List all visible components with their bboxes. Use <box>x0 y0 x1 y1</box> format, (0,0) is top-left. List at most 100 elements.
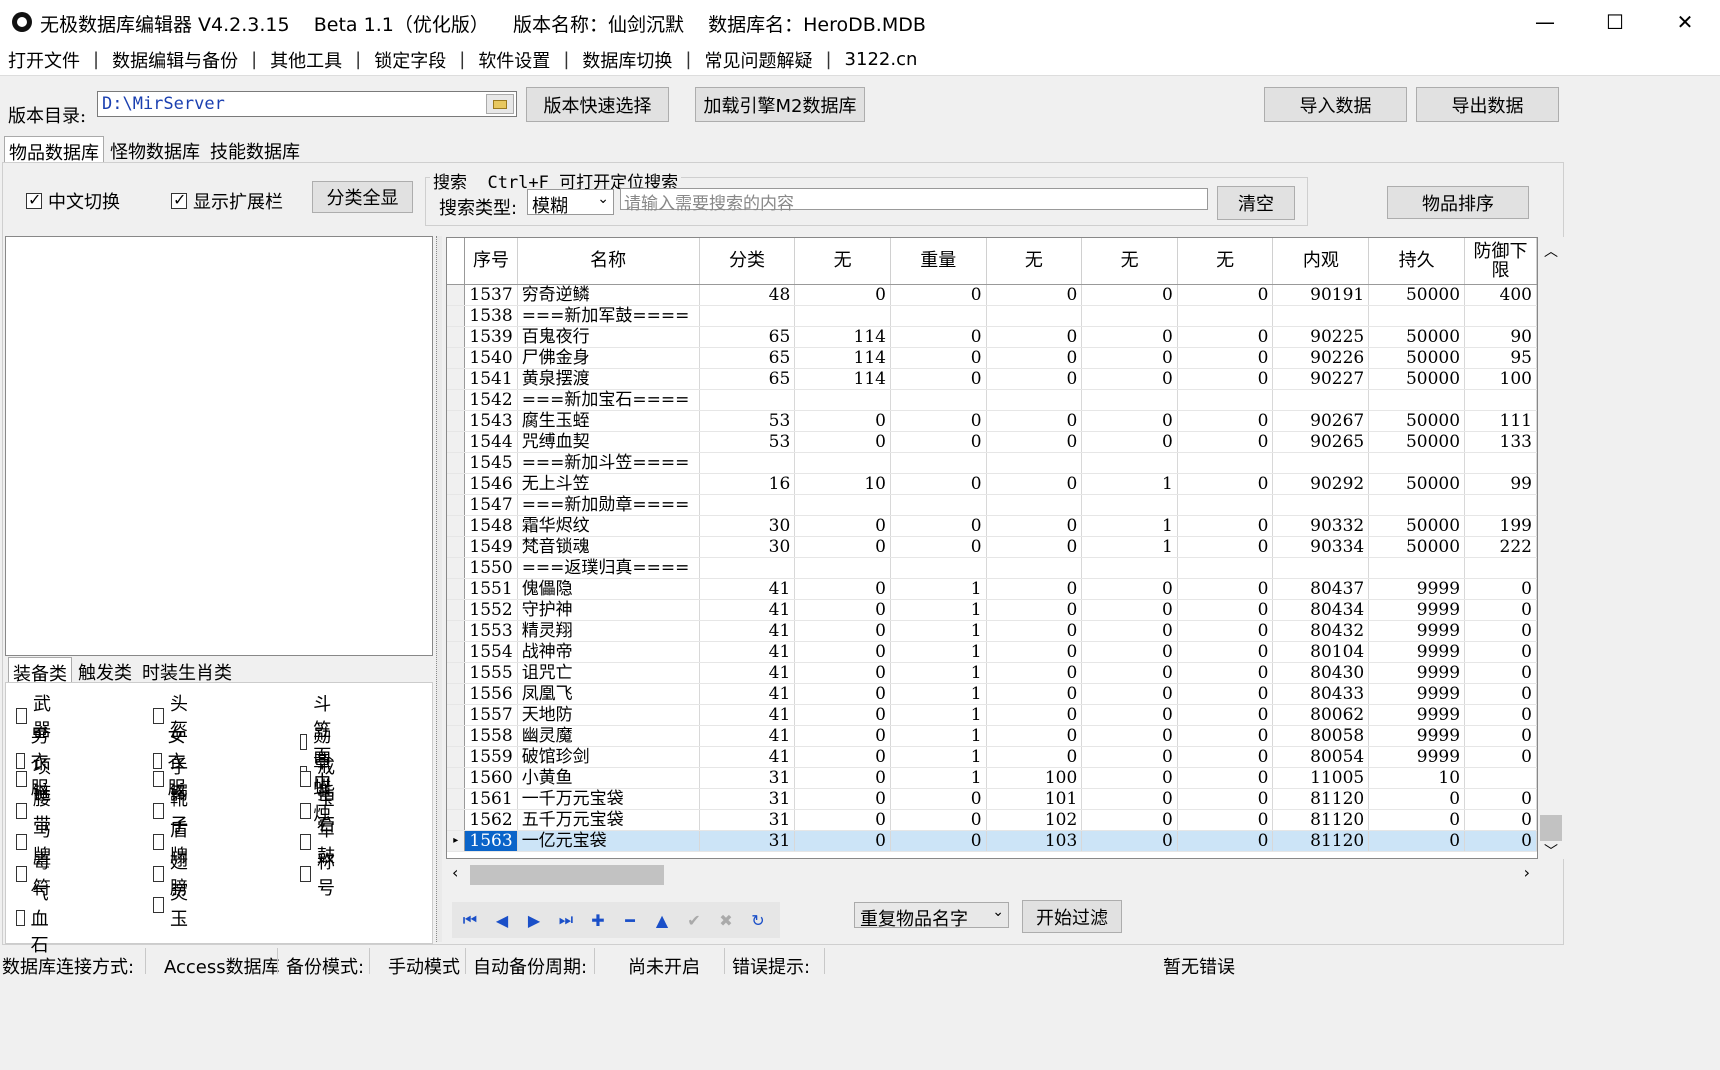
table-cell[interactable]: 90227 <box>1272 368 1370 390</box>
filter-select[interactable]: 重复物品名字 ⌄ <box>854 902 1009 930</box>
table-cell[interactable]: 0 <box>1177 620 1274 642</box>
table-cell[interactable]: 50000 <box>1368 347 1466 369</box>
table-cell[interactable]: 0 <box>986 620 1083 642</box>
table-cell[interactable]: 破馆珍剑 <box>517 746 700 768</box>
table-cell[interactable]: 111 <box>1464 410 1537 432</box>
table-cell[interactable]: 0 <box>1464 788 1537 810</box>
show-all-categories-button[interactable]: 分类全显 <box>312 181 413 213</box>
table-cell[interactable]: 0 <box>890 515 987 537</box>
table-cell[interactable]: 0 <box>1464 746 1537 768</box>
table-cell[interactable]: 50000 <box>1368 536 1466 558</box>
column-header[interactable]: 无 <box>1177 238 1274 285</box>
table-cell[interactable]: 65 <box>699 347 796 369</box>
row-indicator[interactable] <box>447 536 466 558</box>
table-cell[interactable] <box>1272 389 1370 411</box>
table-cell[interactable] <box>1368 494 1466 516</box>
table-row[interactable]: ▸ 1563 一亿元宝袋 31 0 0 103 0 0 81120 0 0 <box>447 830 1537 852</box>
table-cell[interactable]: 114 <box>794 347 891 369</box>
cancel-record-icon[interactable]: ✖ <box>710 906 742 934</box>
table-cell[interactable]: ===新加勋章==== <box>517 494 700 516</box>
row-indicator[interactable] <box>447 809 466 831</box>
table-cell[interactable]: 0 <box>1464 725 1537 747</box>
table-cell[interactable]: 0 <box>1464 641 1537 663</box>
table-cell[interactable] <box>890 557 987 579</box>
table-cell[interactable]: 50000 <box>1368 410 1466 432</box>
table-cell[interactable]: 1550 <box>464 557 518 579</box>
table-cell[interactable]: 90267 <box>1272 410 1370 432</box>
table-cell[interactable]: 0 <box>1177 725 1274 747</box>
table-row[interactable]: 1551 傀儡隐 41 0 1 0 0 0 80437 9999 0 <box>447 578 1537 600</box>
table-cell[interactable]: 0 <box>1081 641 1178 663</box>
scroll-left-icon[interactable]: ‹ <box>452 863 458 882</box>
table-cell[interactable]: 50000 <box>1368 326 1466 348</box>
table-cell[interactable]: 1549 <box>464 536 518 558</box>
table-cell[interactable] <box>1272 557 1370 579</box>
table-cell[interactable]: 90292 <box>1272 473 1370 495</box>
table-cell[interactable]: 0 <box>794 410 891 432</box>
scroll-thumb[interactable] <box>1540 815 1562 841</box>
table-cell[interactable]: 16 <box>699 473 796 495</box>
table-cell[interactable]: 1556 <box>464 683 518 705</box>
table-cell[interactable]: 133 <box>1464 431 1537 453</box>
table-cell[interactable]: 诅咒亡 <box>517 662 700 684</box>
table-cell[interactable]: 0 <box>1177 431 1274 453</box>
table-cell[interactable] <box>1177 494 1274 516</box>
table-cell[interactable] <box>1081 557 1178 579</box>
table-cell[interactable]: 1563 <box>464 830 518 852</box>
table-cell[interactable]: 凤凰飞 <box>517 683 700 705</box>
export-button[interactable]: 导出数据 <box>1416 87 1559 122</box>
table-cell[interactable]: 10 <box>1368 767 1466 789</box>
table-cell[interactable]: 41 <box>699 620 796 642</box>
table-row[interactable]: 1555 诅咒亡 41 0 1 0 0 0 80430 9999 0 <box>447 662 1537 684</box>
row-indicator[interactable] <box>447 746 466 768</box>
table-cell[interactable]: 0 <box>1177 767 1274 789</box>
table-cell[interactable]: 0 <box>794 599 891 621</box>
table-cell[interactable]: 0 <box>890 809 987 831</box>
table-cell[interactable]: 1537 <box>464 284 518 306</box>
table-cell[interactable]: 百鬼夜行 <box>517 326 700 348</box>
table-row[interactable]: 1552 守护神 41 0 1 0 0 0 80434 9999 0 <box>447 599 1537 621</box>
table-cell[interactable]: 0 <box>1464 599 1537 621</box>
table-cell[interactable]: 0 <box>1177 284 1274 306</box>
row-indicator[interactable] <box>447 620 466 642</box>
add-record-icon[interactable]: ✚ <box>582 906 614 934</box>
row-indicator[interactable] <box>447 389 466 411</box>
table-cell[interactable]: 0 <box>986 725 1083 747</box>
table-row[interactable]: 1562 五千万元宝袋 31 0 0 102 0 0 81120 0 0 <box>447 809 1537 831</box>
table-cell[interactable]: 0 <box>986 662 1083 684</box>
table-row[interactable]: 1548 霜华烬纹 30 0 0 0 1 0 90332 50000 199 <box>447 515 1537 537</box>
table-cell[interactable]: 1558 <box>464 725 518 747</box>
column-header[interactable]: 无 <box>794 238 891 285</box>
table-cell[interactable]: 0 <box>1464 830 1537 852</box>
table-cell[interactable] <box>699 389 796 411</box>
table-cell[interactable]: ===新加军鼓==== <box>517 305 700 327</box>
table-cell[interactable]: 100 <box>986 767 1083 789</box>
table-cell[interactable]: 80437 <box>1272 578 1370 600</box>
table-cell[interactable]: 31 <box>699 767 796 789</box>
refresh-icon[interactable]: ↻ <box>742 906 774 934</box>
table-cell[interactable] <box>1272 305 1370 327</box>
table-cell[interactable]: 0 <box>1081 683 1178 705</box>
table-cell[interactable]: 0 <box>986 578 1083 600</box>
table-cell[interactable]: 0 <box>794 746 891 768</box>
table-cell[interactable]: 1539 <box>464 326 518 348</box>
table-cell[interactable] <box>699 305 796 327</box>
table-row[interactable]: 1546 无上斗笠 16 10 0 0 1 0 90292 50000 99 <box>447 473 1537 495</box>
table-cell[interactable]: 41 <box>699 746 796 768</box>
table-cell[interactable]: 0 <box>1177 578 1274 600</box>
menu-website[interactable]: 3122.cn <box>845 49 918 70</box>
table-cell[interactable]: 50000 <box>1368 431 1466 453</box>
table-cell[interactable]: 0 <box>890 326 987 348</box>
table-cell[interactable]: 0 <box>794 536 891 558</box>
table-cell[interactable]: 90 <box>1464 326 1537 348</box>
table-cell[interactable]: 65 <box>699 368 796 390</box>
browse-folder-icon[interactable] <box>486 94 514 114</box>
table-cell[interactable]: 50000 <box>1368 473 1466 495</box>
table-cell[interactable]: 0 <box>1081 746 1178 768</box>
table-cell[interactable]: 90334 <box>1272 536 1370 558</box>
table-cell[interactable]: 幽灵魔 <box>517 725 700 747</box>
table-cell[interactable]: 9999 <box>1368 662 1466 684</box>
table-cell[interactable]: 90225 <box>1272 326 1370 348</box>
table-cell[interactable]: 0 <box>794 284 891 306</box>
table-cell[interactable]: 114 <box>794 368 891 390</box>
